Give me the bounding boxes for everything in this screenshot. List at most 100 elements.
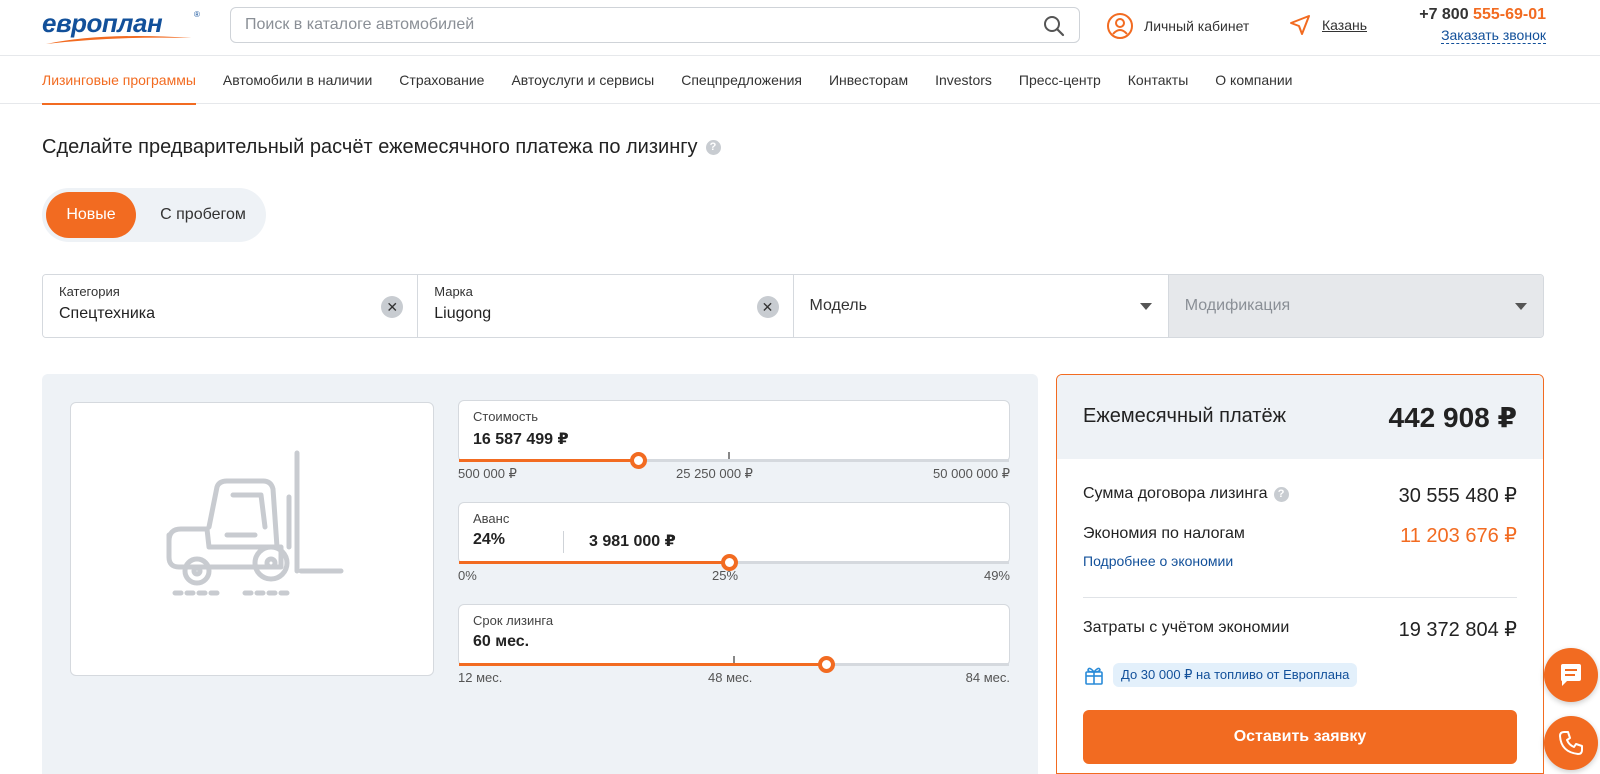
term-mid: 48 мес.: [708, 670, 753, 685]
term-track[interactable]: [459, 656, 1009, 673]
brand-field[interactable]: Марка Liugong ✕: [418, 275, 794, 337]
brand-label: Марка: [434, 284, 473, 299]
nav-item-investors-en[interactable]: Investors: [935, 56, 992, 104]
phone-accent: 555-69-01: [1473, 6, 1546, 23]
page-title-text: Сделайте предварительный расчёт ежемесяч…: [42, 136, 698, 158]
monthly-payment-header: Ежемесячный платёж 442 908 ₽: [1057, 375, 1543, 459]
logo-swoosh-icon: [46, 36, 192, 44]
submit-request-button[interactable]: Оставить заявку: [1083, 710, 1517, 764]
phone-icon: [1559, 731, 1583, 755]
net-costs-value: 19 372 804 ₽: [1398, 619, 1517, 641]
advance-amount[interactable]: 3 981 000 ₽: [589, 531, 676, 551]
nav-item-contacts[interactable]: Контакты: [1128, 56, 1188, 104]
result-panel: Ежемесячный платёж 442 908 ₽ Сумма догов…: [1056, 374, 1544, 774]
calculator-panel: Стоимость 16 587 499 ₽ 500 000 ₽ 25 250 …: [42, 374, 1038, 774]
term-fill: [459, 663, 826, 666]
tax-saving-row: Экономия по налогам: [1083, 525, 1245, 543]
category-field[interactable]: Категория Спецтехника ✕: [43, 275, 419, 337]
nav-item-leasing-programs[interactable]: Лизинговые программы: [42, 56, 196, 105]
city-name[interactable]: Казань: [1322, 17, 1367, 33]
contract-sum-row: Сумма договора лизинга ?: [1083, 485, 1289, 503]
chat-icon: [1561, 664, 1581, 686]
advance-percent[interactable]: 24%: [473, 531, 505, 549]
europlan-logo[interactable]: европлан ®: [42, 8, 202, 44]
term-slider[interactable]: Срок лизинга 60 мес.: [458, 604, 1010, 673]
gift-icon: [1085, 667, 1103, 685]
category-label: Категория: [59, 284, 120, 299]
tax-saving-value: 11 203 676 ₽: [1400, 525, 1517, 547]
nav-item-about[interactable]: О компании: [1215, 56, 1292, 104]
category-clear-icon[interactable]: ✕: [381, 296, 404, 318]
category-value: Спецтехника: [59, 305, 155, 322]
vehicle-filters: Категория Спецтехника ✕ Марка Liugong ✕ …: [42, 274, 1544, 338]
divider: [1083, 597, 1517, 598]
cost-min: 500 000 ₽: [458, 466, 517, 481]
advance-divider: [563, 531, 564, 553]
nav-item-auto-services[interactable]: Автоуслуги и сервисы: [511, 56, 654, 104]
brand-value: Liugong: [434, 305, 492, 322]
call-button[interactable]: [1544, 716, 1598, 770]
cost-max: 50 000 000 ₽: [933, 466, 1010, 481]
term-mid-tick: [733, 656, 735, 663]
contract-sum-value: 30 555 480 ₽: [1398, 485, 1517, 507]
brand-clear-icon[interactable]: ✕: [756, 296, 779, 318]
cost-slider-thumb[interactable]: [629, 452, 647, 469]
phone-prefix: +7 800: [1419, 6, 1474, 23]
search-icon[interactable]: [1043, 15, 1065, 37]
advance-fill: [459, 561, 729, 564]
net-costs-row: Затраты с учётом экономии: [1083, 619, 1289, 637]
help-icon[interactable]: ?: [1273, 486, 1289, 502]
model-select[interactable]: Модель: [793, 275, 1169, 337]
cost-mid: 25 250 000 ₽: [676, 466, 753, 481]
logo-reg-mark: ®: [194, 10, 200, 19]
cost-value[interactable]: 16 587 499 ₽: [473, 429, 569, 449]
user-icon: [1107, 13, 1133, 39]
forklift-placeholder-icon: [166, 450, 344, 596]
advance-max: 49%: [983, 568, 1010, 583]
nav-item-special-offers[interactable]: Спецпредложения: [681, 56, 802, 104]
contract-sum-label: Сумма договора лизинга: [1083, 485, 1268, 502]
term-label: Срок лизинга: [473, 613, 554, 628]
cost-label: Стоимость: [473, 409, 539, 424]
cost-fill: [459, 459, 638, 462]
model-placeholder: Модель: [809, 297, 867, 314]
cost-track[interactable]: [459, 452, 1009, 469]
main-nav: Лизинговые программы Автомобили в наличи…: [0, 56, 1600, 105]
net-costs-label: Затраты с учётом экономии: [1083, 619, 1290, 636]
help-icon[interactable]: ?: [705, 140, 721, 155]
page-title: Сделайте предварительный расчёт ежемесяч…: [42, 136, 721, 159]
cabinet-label: Личный кабинет: [1144, 18, 1250, 34]
term-slider-thumb[interactable]: [817, 656, 835, 673]
condition-toggle: Новые С пробегом: [42, 188, 266, 242]
term-max: 84 мес.: [965, 670, 1010, 685]
nav-item-cars-in-stock[interactable]: Автомобили в наличии: [223, 56, 372, 104]
chevron-down-icon: [1139, 303, 1152, 310]
fuel-promo[interactable]: До 30 000 ₽ на топливо от Европлана: [1083, 663, 1358, 687]
saving-details-link[interactable]: Подробнее о экономии: [1083, 553, 1233, 569]
nav-item-insurance[interactable]: Страхование: [399, 56, 484, 104]
term-min: 12 мес.: [458, 670, 503, 685]
catalog-search[interactable]: [230, 7, 1080, 43]
cost-slider[interactable]: Стоимость 16 587 499 ₽: [458, 400, 1010, 469]
modification-placeholder: Модификация: [1184, 297, 1291, 314]
advance-track[interactable]: [459, 554, 1009, 571]
callback-link[interactable]: Заказать звонок: [1441, 27, 1546, 44]
term-value[interactable]: 60 мес.: [473, 633, 529, 651]
toggle-new-button[interactable]: Новые: [46, 192, 136, 238]
vehicle-image-placeholder: [70, 402, 434, 676]
advance-slider[interactable]: Аванс 24% 3 981 000 ₽: [458, 502, 1010, 571]
city-selector[interactable]: Казань: [1288, 13, 1367, 37]
site-header: европлан ® Личный кабинет Казань +7 800 …: [0, 0, 1600, 56]
personal-cabinet-link[interactable]: Личный кабинет: [1106, 11, 1249, 41]
toggle-used-button[interactable]: С пробегом: [146, 192, 260, 238]
chat-button[interactable]: [1544, 648, 1598, 702]
modification-select: Модификация: [1168, 275, 1543, 337]
chevron-down-icon: [1515, 303, 1527, 310]
search-input[interactable]: [245, 16, 1025, 34]
nav-item-press-center[interactable]: Пресс-центр: [1019, 56, 1101, 104]
monthly-payment-label: Ежемесячный платёж: [1083, 405, 1286, 427]
cost-mid-tick: [728, 452, 730, 459]
phone-number[interactable]: +7 800 555-69-01: [1419, 6, 1546, 24]
advance-min: 0%: [458, 568, 477, 583]
nav-item-investors-ru[interactable]: Инвесторам: [829, 56, 908, 104]
